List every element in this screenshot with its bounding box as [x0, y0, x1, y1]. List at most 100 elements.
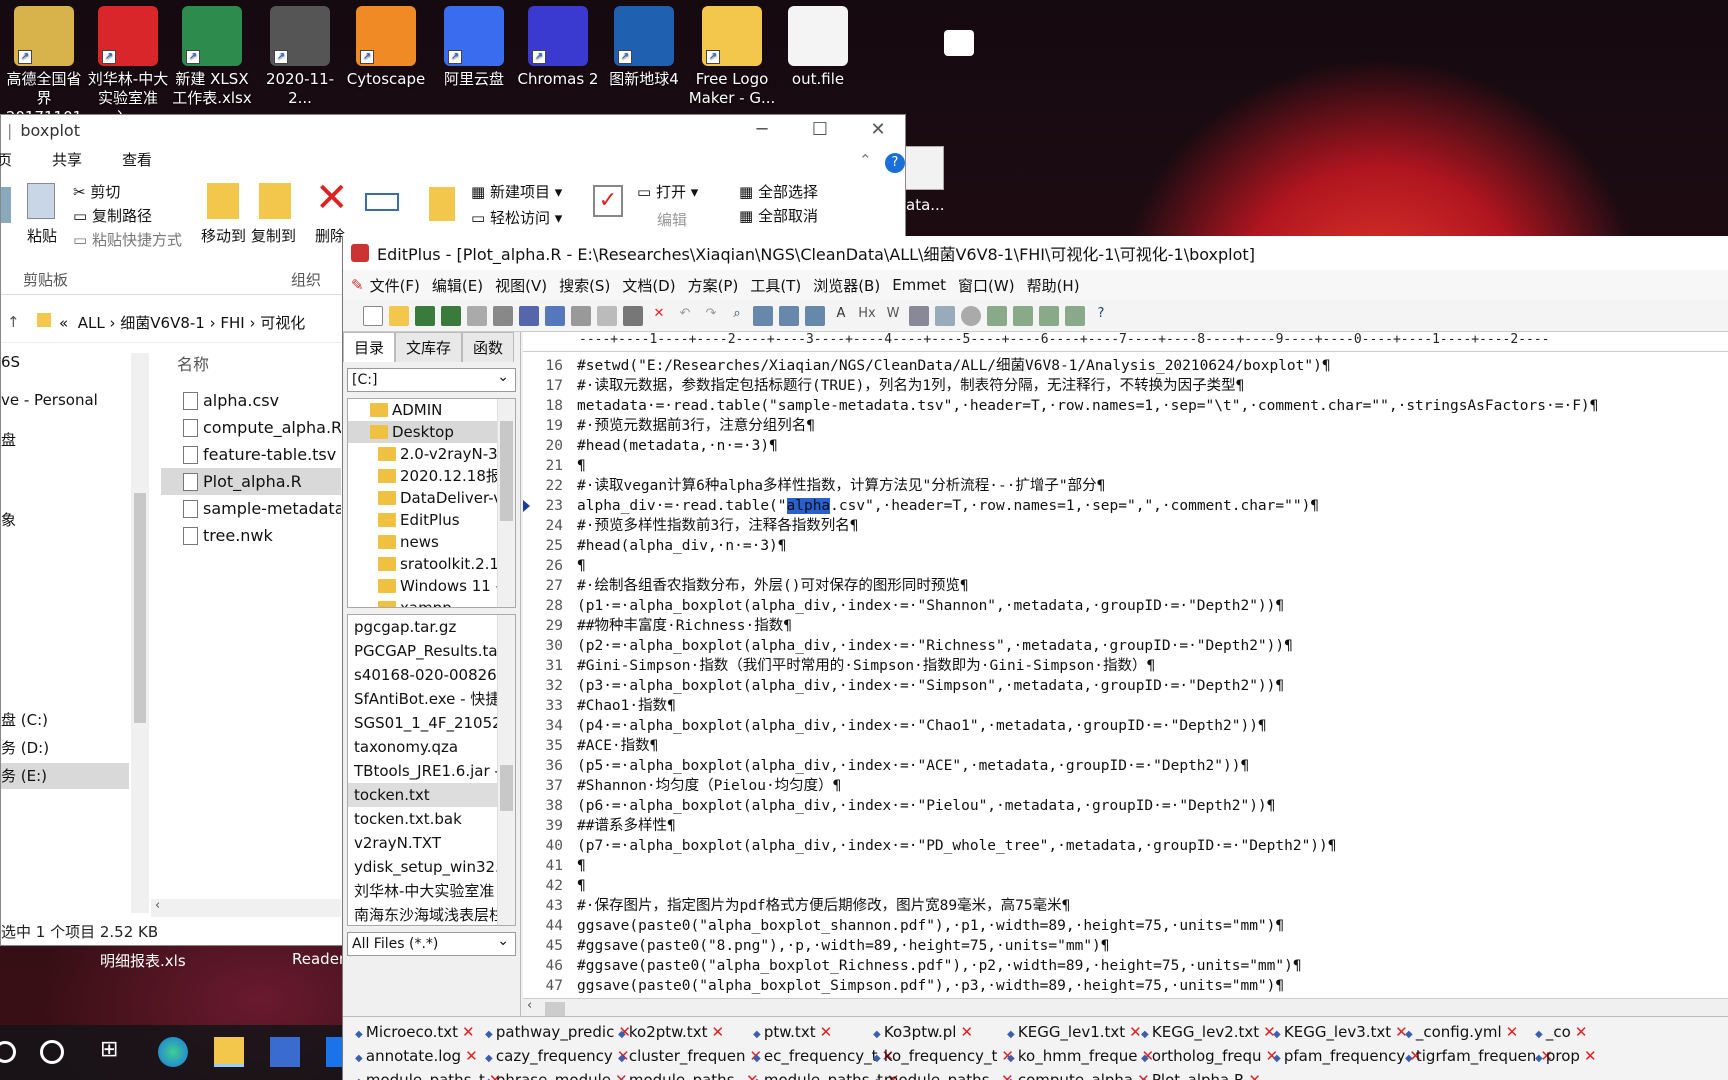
new-file-icon[interactable]	[363, 305, 383, 326]
breadcrumb-overflow[interactable]: «	[59, 314, 68, 332]
list-item[interactable]: tocken.txt	[348, 783, 515, 807]
open-button[interactable]: ▭ 打开 ▾	[637, 181, 698, 202]
file-row[interactable]: Plot_alpha.R	[161, 468, 341, 495]
nav-item[interactable]: 6S	[1, 353, 20, 371]
indent-icon[interactable]	[909, 305, 929, 326]
desktop-shortcut[interactable]: ↗ Chromas 2	[514, 6, 602, 89]
properties-icon[interactable]: ✓	[593, 185, 623, 217]
document-tab[interactable]: ◆ KEGG_lev3.txt ✕	[1273, 1019, 1408, 1045]
drive-d[interactable]: 务 (D:)	[1, 737, 49, 758]
open-file-icon[interactable]	[389, 305, 409, 326]
document-tab[interactable]: ◆ compute_alpha✕	[1007, 1067, 1150, 1080]
rename-icon[interactable]	[365, 193, 399, 211]
list-item[interactable]: SGS01_1_4F_210525	[348, 711, 515, 735]
document-tab[interactable]: ◆ cazy_frequency ✕	[485, 1043, 629, 1069]
close-tab-icon[interactable]: ✕	[462, 1023, 475, 1041]
maximize-button[interactable]: ☐	[791, 115, 849, 145]
new-item-button[interactable]: ▦ 新建项目 ▾	[471, 181, 562, 202]
delete-icon[interactable]: ✕	[315, 175, 349, 221]
tab-cliptext[interactable]: 文库存	[395, 332, 463, 362]
output-window-icon[interactable]	[1039, 305, 1059, 326]
desktop-shortcut[interactable]: ↗高德全国省界 20171101	[0, 6, 88, 127]
desktop-shortcut[interactable]: ↗ 阿里云盘	[430, 6, 518, 89]
cliptext-icon[interactable]	[1065, 305, 1085, 326]
document-tab[interactable]: ◆ prop ✕	[1535, 1043, 1597, 1069]
desktop-shortcut[interactable]: ↗ Cytoscape	[342, 6, 430, 89]
close-tab-icon[interactable]: ✕	[1575, 1023, 1588, 1041]
code-editor[interactable]: ----+----1----+----2----+----3----+----4…	[523, 332, 1728, 1018]
app-icon[interactable]	[326, 1037, 342, 1067]
file-list-scrollbar[interactable]	[497, 615, 515, 925]
print-preview-icon[interactable]	[467, 305, 487, 326]
tree-node[interactable]: xampp	[348, 597, 515, 607]
document-tab[interactable]: ◆ ko_frequency_t ✕	[873, 1043, 1014, 1069]
document-tab[interactable]: ◆ Ko3ptw.pl ✕	[873, 1019, 973, 1045]
menu-help[interactable]: 帮助(H)	[1027, 275, 1080, 296]
edit-button[interactable]: 编辑	[657, 209, 687, 230]
desktop-shortcut[interactable]: ↗刘华林-中大实验室准入...	[84, 6, 172, 127]
menu-emmet[interactable]: Emmet	[892, 276, 946, 294]
tree-scrollbar[interactable]	[497, 399, 515, 607]
new-folder-icon[interactable]	[429, 187, 455, 221]
menu-file[interactable]: 文件(F)	[370, 275, 420, 296]
hex-icon[interactable]: Hx	[857, 306, 877, 326]
tab-view[interactable]: 查看	[122, 149, 152, 170]
list-item[interactable]: 南海东沙海域浅表层柱	[348, 903, 515, 925]
tree-node[interactable]: Windows 11 -	[348, 575, 515, 597]
menu-search[interactable]: 搜索(S)	[559, 275, 610, 296]
document-tab[interactable]: ◆ ortholog_frequ ✕	[1141, 1043, 1278, 1069]
tree-node[interactable]: news	[348, 531, 515, 553]
copy-icon[interactable]	[597, 305, 617, 326]
file-row[interactable]: feature-table.tsv	[161, 441, 341, 468]
tree-node[interactable]: 2.0-v2rayN-3	[348, 443, 515, 465]
word-wrap-icon[interactable]: W	[883, 306, 903, 326]
tab-home[interactable]: 页	[0, 149, 12, 170]
desktop-shortcut[interactable]: out.file	[774, 6, 862, 89]
close-tab-icon[interactable]: ✕	[1584, 1047, 1597, 1065]
menu-tools[interactable]: 工具(T)	[750, 275, 801, 296]
drive-e[interactable]: 务 (E:)	[1, 763, 129, 789]
file-row[interactable]: sample-metadata.ts	[161, 495, 341, 522]
tree-node[interactable]: 2020.12.18报	[348, 465, 515, 487]
print-icon[interactable]	[493, 305, 513, 326]
cut-icon[interactable]	[571, 305, 591, 326]
copy-to-button[interactable]: 复制到	[251, 225, 296, 246]
cortana-icon[interactable]	[40, 1040, 64, 1064]
tree-node[interactable]: ADMIN	[348, 399, 515, 421]
directory-window-icon[interactable]	[1013, 305, 1033, 326]
nav-item[interactable]: 盘	[1, 429, 16, 450]
list-item[interactable]: taxonomy.qza	[348, 735, 515, 759]
list-item[interactable]: SfAntiBot.exe - 快捷	[348, 687, 515, 711]
chevron-up-icon[interactable]: ⌃	[859, 151, 872, 169]
document-tab[interactable]: ◆ _co ✕	[1535, 1019, 1587, 1045]
minimize-button[interactable]: ─	[733, 115, 791, 145]
close-tab-icon[interactable]: ✕	[1248, 1071, 1261, 1080]
line-number-icon[interactable]	[935, 305, 955, 326]
document-tab[interactable]: ◆ ptw.txt ✕	[753, 1019, 832, 1045]
document-tab[interactable]: ◆ cluster_frequen ✕	[618, 1043, 762, 1069]
save-all-icon[interactable]	[441, 305, 461, 326]
menu-edit[interactable]: 编辑(E)	[432, 275, 483, 296]
document-tab[interactable]: ◆ ko_hmm_freque ✕	[1007, 1043, 1154, 1069]
file-explorer-icon[interactable]	[214, 1037, 244, 1067]
select-all-button[interactable]: ▦ 全部选择	[739, 181, 818, 202]
document-tab[interactable]: ◆ pfam_frequency ✕	[1273, 1043, 1422, 1069]
list-item[interactable]: 刘华林-中大实验室准	[348, 879, 515, 903]
search-icon[interactable]	[0, 1041, 16, 1063]
undo-icon[interactable]: ↶	[675, 306, 695, 326]
list-item[interactable]: v2rayN.TXT	[348, 831, 515, 855]
list-item[interactable]: pgcgap.tar.gz	[348, 615, 515, 639]
file-row[interactable]: compute_alpha.R	[161, 414, 341, 441]
list-item[interactable]: TBtools_JRE1.6.jar -	[348, 759, 515, 783]
desktop-shortcut[interactable]: ↗ 新建 XLSX 工作表.xlsx	[168, 6, 256, 108]
desktop-shortcut[interactable]: ↗ Free Logo Maker - G...	[688, 6, 776, 108]
goto-line-icon[interactable]	[805, 305, 825, 326]
task-view-icon[interactable]: ⊞	[100, 1037, 130, 1067]
file-row[interactable]: alpha.csv	[161, 387, 341, 414]
close-button[interactable]: ✕	[849, 115, 907, 145]
paste-icon[interactable]	[623, 305, 643, 326]
file-row[interactable]: tree.nwk	[161, 522, 341, 549]
menu-view[interactable]: 视图(V)	[495, 275, 547, 296]
column-header-name[interactable]: 名称	[161, 353, 341, 387]
desktop-shortcut[interactable]: ↗ 2020-11-2...	[256, 6, 344, 108]
